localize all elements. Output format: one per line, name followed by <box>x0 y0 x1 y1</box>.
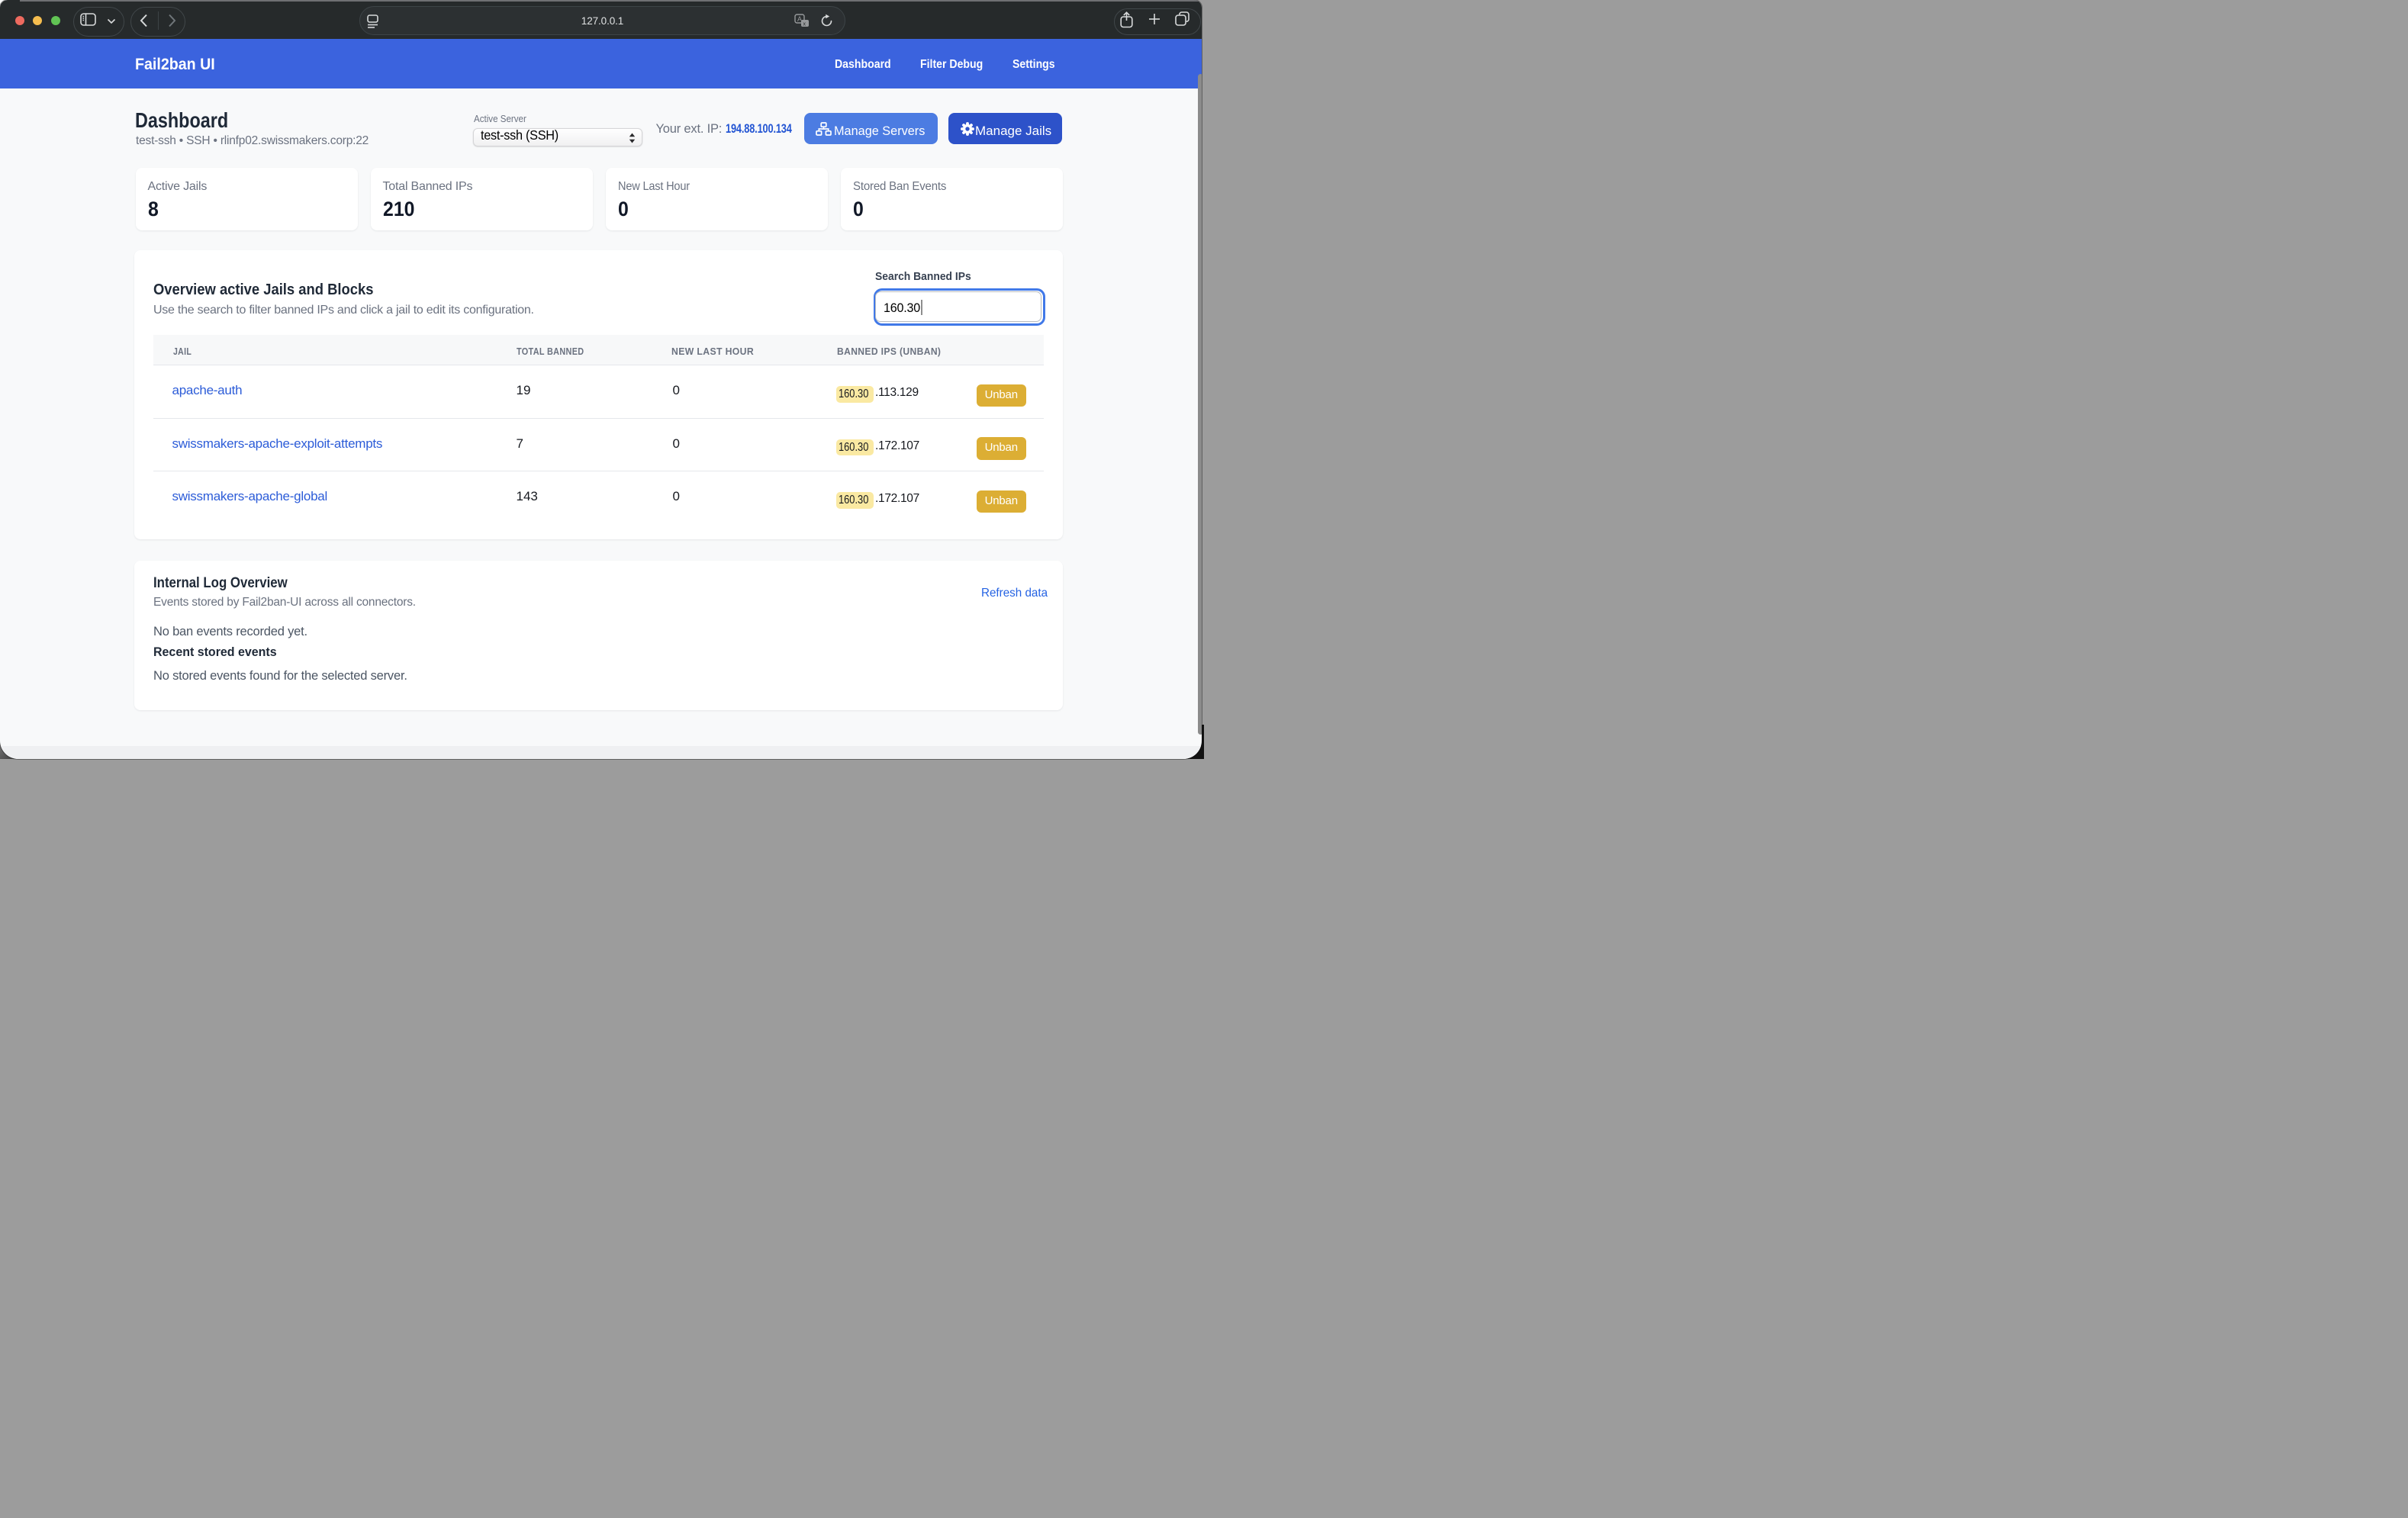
svg-text:x: x <box>803 22 806 27</box>
